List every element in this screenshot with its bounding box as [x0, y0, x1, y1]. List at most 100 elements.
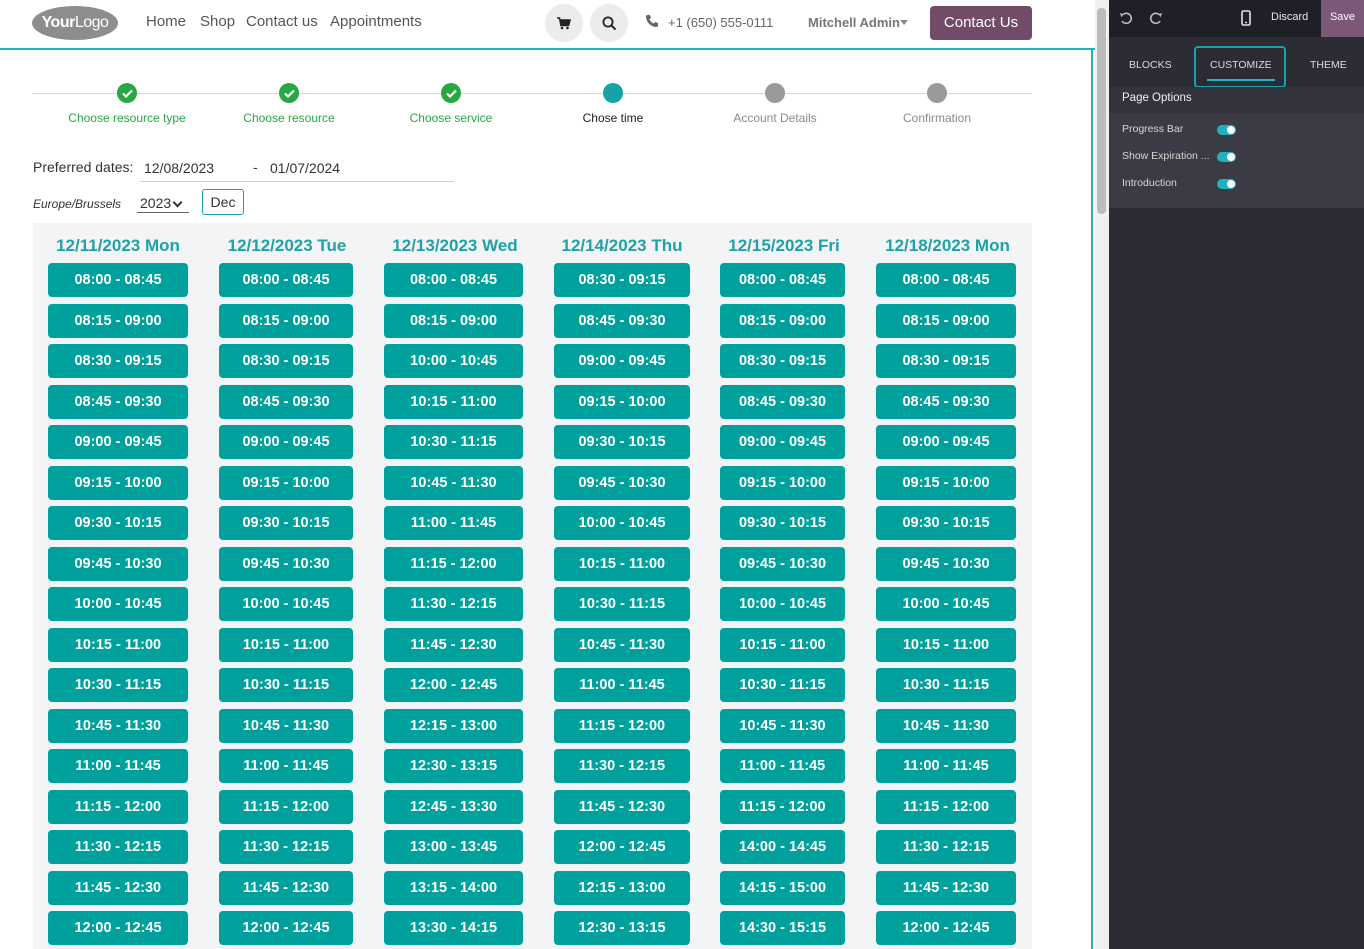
time-slot-button[interactable]: 13:30 - 14:15	[384, 911, 523, 945]
mobile-preview-icon[interactable]	[1238, 10, 1254, 26]
time-slot-button[interactable]: 08:15 - 09:00	[219, 303, 353, 338]
site-logo[interactable]: YourLogo	[32, 6, 118, 40]
time-slot-button[interactable]: 10:00 - 10:45	[720, 587, 845, 621]
time-slot-button[interactable]: 08:30 - 09:15	[720, 344, 845, 378]
time-slot-button[interactable]: 12:30 - 13:15	[384, 749, 523, 783]
time-slot-button[interactable]: 09:30 - 10:15	[554, 425, 690, 459]
time-slot-button[interactable]: 13:15 - 14:00	[384, 870, 523, 905]
time-slot-button[interactable]: 14:15 - 15:00	[720, 870, 845, 905]
time-slot-button[interactable]: 08:15 - 09:00	[720, 303, 845, 338]
caret-down-icon[interactable]	[900, 20, 908, 25]
time-slot-button[interactable]: 08:45 - 09:30	[876, 384, 1016, 419]
tab-theme[interactable]: THEME	[1310, 59, 1347, 71]
time-slot-button[interactable]: 08:45 - 09:30	[219, 384, 353, 419]
time-slot-button[interactable]: 11:15 - 12:00	[876, 789, 1016, 824]
nav-link-shop[interactable]: Shop	[200, 13, 235, 30]
user-menu[interactable]: Mitchell Admin	[808, 15, 900, 30]
time-slot-button[interactable]: 09:15 - 10:00	[219, 465, 353, 500]
time-slot-button[interactable]: 08:45 - 09:30	[48, 384, 188, 419]
time-slot-button[interactable]: 10:15 - 11:00	[384, 384, 523, 419]
time-slot-button[interactable]: 09:45 - 10:30	[876, 546, 1016, 581]
time-slot-button[interactable]: 12:00 - 12:45	[48, 911, 188, 945]
time-slot-button[interactable]: 10:45 - 11:30	[876, 708, 1016, 743]
date-from-input[interactable]	[144, 160, 244, 176]
time-slot-button[interactable]: 10:30 - 11:15	[384, 425, 523, 459]
time-slot-button[interactable]: 10:15 - 11:00	[720, 627, 845, 662]
time-slot-button[interactable]: 10:00 - 10:45	[876, 587, 1016, 621]
time-slot-button[interactable]: 10:30 - 11:15	[554, 587, 690, 621]
time-slot-button[interactable]: 08:15 - 09:00	[876, 303, 1016, 338]
time-slot-button[interactable]: 10:00 - 10:45	[554, 506, 690, 540]
time-slot-button[interactable]: 10:15 - 11:00	[48, 627, 188, 662]
time-slot-button[interactable]: 10:30 - 11:15	[876, 668, 1016, 702]
time-slot-button[interactable]: 14:30 - 15:15	[720, 911, 845, 945]
time-slot-button[interactable]: 11:30 - 12:15	[876, 830, 1016, 864]
time-slot-button[interactable]: 10:15 - 11:00	[554, 546, 690, 581]
time-slot-button[interactable]: 09:45 - 10:30	[219, 546, 353, 581]
undo-icon[interactable]	[1118, 10, 1134, 26]
time-slot-button[interactable]: 14:00 - 14:45	[720, 830, 845, 864]
time-slot-button[interactable]: 12:45 - 13:30	[384, 789, 523, 824]
time-slot-button[interactable]: 08:00 - 08:45	[720, 263, 845, 297]
time-slot-button[interactable]: 08:00 - 08:45	[384, 263, 523, 297]
time-slot-button[interactable]: 10:30 - 11:15	[48, 668, 188, 702]
time-slot-button[interactable]: 11:00 - 11:45	[384, 506, 523, 540]
time-slot-button[interactable]: 11:15 - 12:00	[384, 546, 523, 581]
time-slot-button[interactable]: 10:45 - 11:30	[48, 708, 188, 743]
nav-link-contact[interactable]: Contact us	[246, 13, 318, 30]
time-slot-button[interactable]: 11:30 - 12:15	[554, 749, 690, 783]
time-slot-button[interactable]: 11:15 - 12:00	[48, 789, 188, 824]
cart-button[interactable]	[545, 4, 583, 42]
time-slot-button[interactable]: 10:00 - 10:45	[48, 587, 188, 621]
time-slot-button[interactable]: 09:30 - 10:15	[219, 506, 353, 540]
time-slot-button[interactable]: 08:00 - 08:45	[48, 263, 188, 297]
time-slot-button[interactable]: 09:30 - 10:15	[48, 506, 188, 540]
time-slot-button[interactable]: 12:00 - 12:45	[219, 911, 353, 945]
time-slot-button[interactable]: 11:30 - 12:15	[384, 587, 523, 621]
nav-link-home[interactable]: Home	[146, 13, 186, 30]
time-slot-button[interactable]: 10:45 - 11:30	[720, 708, 845, 743]
time-slot-button[interactable]: 11:15 - 12:00	[720, 789, 845, 824]
month-button[interactable]: Dec	[202, 189, 244, 215]
time-slot-button[interactable]: 10:15 - 11:00	[219, 627, 353, 662]
time-slot-button[interactable]: 09:45 - 10:30	[720, 546, 845, 581]
nav-link-appointments[interactable]: Appointments	[330, 13, 422, 30]
time-slot-button[interactable]: 11:00 - 11:45	[554, 668, 690, 702]
time-slot-button[interactable]: 09:00 - 09:45	[219, 425, 353, 459]
time-slot-button[interactable]: 11:45 - 12:30	[554, 789, 690, 824]
time-slot-button[interactable]: 11:30 - 12:15	[219, 830, 353, 864]
date-to-input[interactable]	[270, 160, 380, 176]
toggle-show-expiration[interactable]	[1217, 152, 1236, 162]
time-slot-button[interactable]: 10:15 - 11:00	[876, 627, 1016, 662]
time-slot-button[interactable]: 09:15 - 10:00	[554, 384, 690, 419]
time-slot-button[interactable]: 12:00 - 12:45	[554, 830, 690, 864]
search-button[interactable]	[590, 4, 628, 42]
scrollbar-thumb[interactable]	[1097, 8, 1106, 214]
time-slot-button[interactable]: 08:00 - 08:45	[876, 263, 1016, 297]
time-slot-button[interactable]: 12:00 - 12:45	[876, 911, 1016, 945]
time-slot-button[interactable]: 08:30 - 09:15	[219, 344, 353, 378]
time-slot-button[interactable]: 11:00 - 11:45	[876, 749, 1016, 783]
time-slot-button[interactable]: 08:30 - 09:15	[554, 263, 690, 297]
time-slot-button[interactable]: 08:45 - 09:30	[554, 303, 690, 338]
time-slot-button[interactable]: 08:30 - 09:15	[876, 344, 1016, 378]
time-slot-button[interactable]: 10:30 - 11:15	[720, 668, 845, 702]
time-slot-button[interactable]: 09:45 - 10:30	[48, 546, 188, 581]
time-slot-button[interactable]: 11:45 - 12:30	[219, 870, 353, 905]
time-slot-button[interactable]: 12:30 - 13:15	[554, 911, 690, 945]
time-slot-button[interactable]: 11:00 - 11:45	[720, 749, 845, 783]
toggle-progress-bar[interactable]	[1217, 125, 1236, 135]
time-slot-button[interactable]: 12:00 - 12:45	[384, 668, 523, 702]
time-slot-button[interactable]: 11:45 - 12:30	[48, 870, 188, 905]
time-slot-button[interactable]: 09:15 - 10:00	[48, 465, 188, 500]
time-slot-button[interactable]: 10:00 - 10:45	[219, 587, 353, 621]
time-slot-button[interactable]: 11:30 - 12:15	[48, 830, 188, 864]
discard-button[interactable]: Discard	[1271, 11, 1308, 23]
time-slot-button[interactable]: 09:00 - 09:45	[720, 425, 845, 459]
time-slot-button[interactable]: 08:15 - 09:00	[384, 303, 523, 338]
time-slot-button[interactable]: 09:15 - 10:00	[876, 465, 1016, 500]
time-slot-button[interactable]: 09:00 - 09:45	[876, 425, 1016, 459]
time-slot-button[interactable]: 10:00 - 10:45	[384, 344, 523, 378]
time-slot-button[interactable]: 09:45 - 10:30	[554, 465, 690, 500]
redo-icon[interactable]	[1148, 10, 1164, 26]
